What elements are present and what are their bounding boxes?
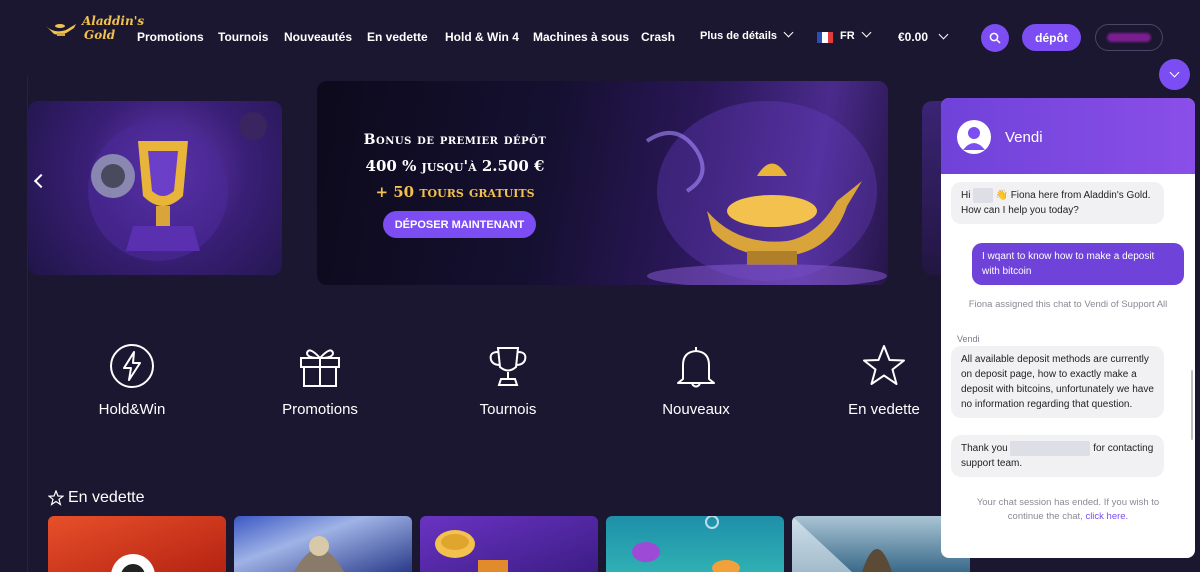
- nav-machines-a-sous[interactable]: Machines à sous: [533, 30, 629, 44]
- featured-section-title: En vedette: [48, 489, 145, 507]
- chat-sender-label: Vendi: [957, 334, 980, 344]
- chat-scrollbar[interactable]: [1191, 370, 1193, 440]
- chevron-down-icon: [938, 29, 949, 40]
- deposit-button[interactable]: dépôt: [1022, 24, 1081, 51]
- chat-message-agent: All available deposit methods are curren…: [951, 346, 1164, 418]
- chevron-down-icon: [1169, 67, 1180, 78]
- nav-nouveautes[interactable]: Nouveautés: [284, 30, 352, 44]
- chat-ended-text: Your chat session has ended. If you wish…: [976, 497, 1160, 522]
- game-tile[interactable]: [420, 516, 598, 572]
- search-button[interactable]: [981, 24, 1009, 52]
- greeting-prefix: Hi: [961, 190, 974, 201]
- chat-system-message: Fiona assigned this chat to Vendi of Sup…: [968, 299, 1168, 310]
- category-label: En vedette: [848, 401, 920, 418]
- bell-icon: [677, 347, 715, 388]
- balance-value: €0.00: [898, 30, 929, 44]
- category-label: Hold&Win: [98, 401, 166, 418]
- star-icon: [48, 490, 64, 506]
- nav-hold-and-win-4[interactable]: Hold & Win 4: [445, 30, 519, 44]
- redacted-name: ......!: [973, 188, 993, 203]
- gift-icon: [300, 349, 340, 387]
- nav-more-label: Plus de détails: [700, 30, 778, 42]
- game-tile[interactable]: [606, 516, 784, 572]
- hero-slide-previous[interactable]: [28, 101, 282, 275]
- brand-name-line2: Gold: [84, 28, 116, 42]
- chat-minimize-button[interactable]: [1159, 59, 1190, 90]
- game-thumbnail: [111, 554, 155, 572]
- category-label: Nouveaux: [662, 401, 730, 418]
- balance-dropdown[interactable]: €0.00: [898, 29, 949, 44]
- trophy-artwork: [88, 112, 267, 261]
- continue-chat-link[interactable]: click here.: [1085, 511, 1128, 522]
- agent-name: Vendi: [1005, 129, 1043, 146]
- chat-ended-notice: Your chat session has ended. If you wish…: [941, 496, 1195, 524]
- category-tournois[interactable]: Tournois: [443, 343, 573, 418]
- nav-crash[interactable]: Crash: [641, 30, 675, 44]
- nav-tournois[interactable]: Tournois: [218, 30, 268, 44]
- user-avatar-icon: [963, 127, 985, 150]
- category-label: Tournois: [479, 401, 537, 418]
- chevron-down-icon: [861, 27, 872, 38]
- language-label: FR: [840, 30, 855, 42]
- game-tile[interactable]: [48, 516, 226, 572]
- lightning-icon: [110, 344, 154, 388]
- game-thumbnail: [435, 530, 508, 572]
- brand-logo[interactable]: Aladdin's Gold: [44, 12, 144, 46]
- category-hold-and-win[interactable]: Hold&Win: [67, 343, 197, 418]
- nav-more-dropdown[interactable]: Plus de détails: [700, 27, 794, 42]
- chat-message-agent: Thank you xxxxxxxxxxxxxxxxxx for contact…: [951, 435, 1164, 477]
- language-selector[interactable]: FR: [840, 27, 872, 42]
- redacted-username: [1107, 33, 1151, 42]
- featured-title-text: En vedette: [68, 489, 145, 506]
- chat-message-user: I wqant to know how to make a deposit wi…: [972, 243, 1184, 285]
- nav-promotions[interactable]: Promotions: [137, 30, 204, 44]
- chat-header: Vendi: [941, 98, 1195, 174]
- left-rail-divider: [27, 0, 28, 572]
- trophy-icon: [489, 347, 527, 386]
- promo-headline: Bonus de premier dépôt: [363, 132, 547, 148]
- promo-free-spins: + 50 tours gratuits: [375, 183, 535, 201]
- chat-message-agent: Hi ......! 👋 Fiona here from Aladdin's G…: [951, 182, 1164, 224]
- chevron-down-icon: [783, 27, 794, 38]
- brand-name-line1: Aladdin's: [82, 14, 145, 28]
- magic-lamp-icon: [46, 24, 76, 36]
- category-nouveaux[interactable]: Nouveaux: [631, 343, 761, 418]
- deposit-now-button[interactable]: DÉPOSER MAINTENANT: [383, 211, 536, 238]
- support-chat-window: Vendi Hi ......! 👋 Fiona here from Aladd…: [941, 98, 1195, 558]
- search-icon: [989, 32, 1001, 44]
- game-thumbnail: [294, 536, 344, 572]
- game-thumbnail: [632, 516, 740, 572]
- redacted-name: xxxxxxxxxxxxxxxxxx: [1010, 441, 1091, 456]
- category-en-vedette[interactable]: En vedette: [819, 343, 949, 418]
- game-tile[interactable]: [234, 516, 412, 572]
- agent-avatar: [957, 120, 991, 154]
- star-icon: [863, 345, 905, 385]
- top-navigation-bar: Aladdin's Gold Promotions Tournois Nouve…: [0, 0, 1200, 76]
- promo-bonus: 400 % jusqu'à 2.500 €: [365, 157, 545, 175]
- french-flag-icon: [817, 32, 833, 43]
- nav-en-vedette[interactable]: En vedette: [367, 30, 428, 44]
- thanks-prefix: Thank you: [961, 443, 1008, 454]
- account-button[interactable]: [1095, 24, 1163, 51]
- category-label: Promotions: [282, 401, 358, 418]
- category-promotions[interactable]: Promotions: [255, 343, 385, 418]
